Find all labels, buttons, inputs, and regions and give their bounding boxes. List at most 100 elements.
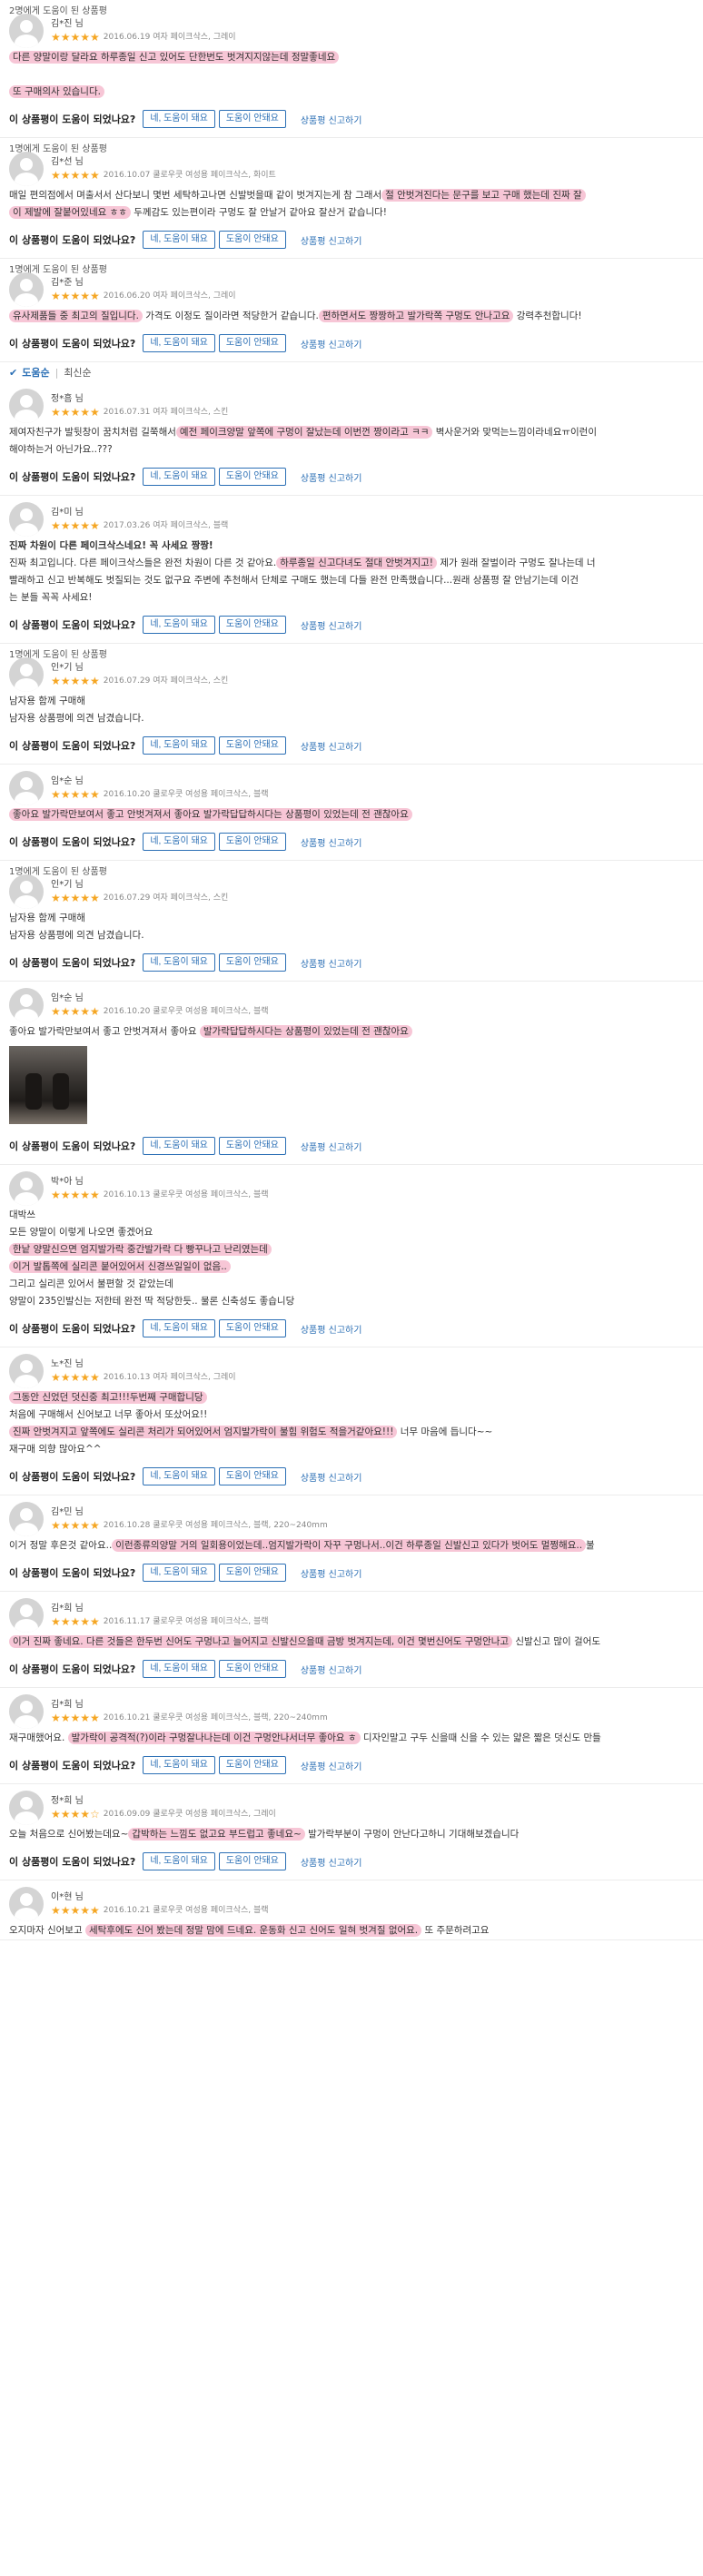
report-review-link[interactable]: 상품평 신고하기 xyxy=(301,835,362,849)
helpful-no-button[interactable]: 도움이 안돼요 xyxy=(218,1137,286,1155)
review-item: 정*희 님 ★★★★☆ 2016.09.09 쿨로우쿳 여성용 페이크삭스, 그… xyxy=(0,1784,703,1880)
review-line: 빨래하고 신고 반복해도 벗질되는 것도 없구요 주변에 추천해서 단체로 구매… xyxy=(9,572,694,589)
reviewer-row: 인*기 님 ★★★★★ 2016.07.29 여자 페이크삭스, 스킨 xyxy=(9,874,694,909)
helpful-no-button[interactable]: 도움이 안돼요 xyxy=(218,953,286,972)
helpful-question: 이 상품평이 도움이 되었나요? xyxy=(9,234,136,246)
avatar-icon xyxy=(9,1171,44,1206)
report-review-link[interactable]: 상품평 신고하기 xyxy=(301,956,362,970)
helpful-yes-button[interactable]: 네, 도움이 돼요 xyxy=(143,468,215,486)
sort-helpful-tab[interactable]: 도움순 xyxy=(22,365,49,380)
review-text: 오지마자 신어보고 xyxy=(9,1925,85,1936)
highlighted-text: 세탁후에도 신어 봤는데 정말 맘에 드네요. 운동화 신고 신어도 일혀 벗겨… xyxy=(84,1924,422,1937)
helpful-no-button[interactable]: 도움이 안돼요 xyxy=(218,231,286,249)
review-text: 제여자친구가 발뒷창이 꿈치처럼 길쭉해서 xyxy=(9,427,176,438)
review-body: 좋아요 발가락만보여서 좋고 안벗겨져서 좋아요 발가락답답하시다는 상품평이 … xyxy=(9,1023,694,1124)
report-review-link[interactable]: 상품평 신고하기 xyxy=(301,470,362,484)
report-review-link[interactable]: 상품평 신고하기 xyxy=(301,1663,362,1676)
helpful-no-button[interactable]: 도움이 안돼요 xyxy=(218,736,286,755)
helpful-no-button[interactable]: 도움이 안돼요 xyxy=(218,1660,286,1678)
helpful-no-button[interactable]: 도움이 안돼요 xyxy=(218,468,286,486)
star-rating-icon: ★★★★★ xyxy=(51,788,100,801)
report-review-link[interactable]: 상품평 신고하기 xyxy=(301,1140,362,1153)
helpful-no-button[interactable]: 도움이 안돼요 xyxy=(218,833,286,851)
review-item: 임*순 님 ★★★★★ 2016.10.20 쿨로우쿳 여성용 페이크삭스, 블… xyxy=(0,982,703,1165)
helpful-no-button[interactable]: 도움이 안돼요 xyxy=(218,1319,286,1337)
report-review-link[interactable]: 상품평 신고하기 xyxy=(301,1759,362,1772)
helpful-yes-button[interactable]: 네, 도움이 돼요 xyxy=(143,953,215,972)
report-review-link[interactable]: 상품평 신고하기 xyxy=(301,1855,362,1869)
sort-latest-tab[interactable]: 최신순 xyxy=(64,365,91,380)
review-line: 해야하는거 아닌가요..??? xyxy=(9,441,694,459)
avatar-icon xyxy=(9,152,44,186)
helpful-yes-button[interactable]: 네, 도움이 돼요 xyxy=(143,231,215,249)
reviewer-name: 인*기 님 xyxy=(51,880,84,890)
helpful-question-row: 이 상품평이 도움이 되었나요? 네, 도움이 돼요 도움이 안돼요 상품평 신… xyxy=(9,1128,694,1164)
review-photo[interactable] xyxy=(9,1046,87,1124)
helpful-yes-button[interactable]: 네, 도움이 돼요 xyxy=(143,1137,215,1155)
review-text: 벽사운거와 맞먹는느낌이라네요ㅠ이런이 xyxy=(432,427,597,438)
helpful-no-button[interactable]: 도움이 안돼요 xyxy=(218,616,286,634)
report-review-link[interactable]: 상품평 신고하기 xyxy=(301,1470,362,1484)
report-review-link[interactable]: 상품평 신고하기 xyxy=(301,739,362,753)
review-meta: 2016.07.29 여자 페이크삭스, 스킨 xyxy=(103,676,229,686)
review-body: 그동안 신었던 덧신중 최고!!!두번째 구매합니당 처음에 구매해서 신어보고 … xyxy=(9,1389,694,1458)
review-meta: 2016.10.13 쿨로우쿳 여성용 페이크삭스, 블랙 xyxy=(103,1190,269,1199)
review-text: 처음에 구매해서 신어보고 너무 좋아서 또샀어요!! xyxy=(9,1409,208,1420)
reviewer-row: 김*미 님 ★★★★★ 2017.03.26 여자 페이크삭스, 블랙 xyxy=(9,502,694,537)
report-review-link[interactable]: 상품평 신고하기 xyxy=(301,337,362,350)
review-body: 유사제품들 중 최고의 질입니다. 가격도 이정도 질이라면 적당한거 같습니다… xyxy=(9,308,694,325)
report-review-link[interactable]: 상품평 신고하기 xyxy=(301,1322,362,1336)
review-text: 불 xyxy=(586,1540,595,1551)
helpful-no-button[interactable]: 도움이 안돼요 xyxy=(218,1467,286,1485)
reviewer-row: 김*진 님 ★★★★★ 2016.06.19 여자 페이크삭스, 그레이 xyxy=(9,14,694,48)
helpful-yes-button[interactable]: 네, 도움이 돼요 xyxy=(143,1467,215,1485)
helpful-question: 이 상품평이 도움이 되었나요? xyxy=(9,1856,136,1868)
helpful-no-button[interactable]: 도움이 안돼요 xyxy=(218,1756,286,1774)
report-review-link[interactable]: 상품평 신고하기 xyxy=(301,233,362,247)
helpful-yes-button[interactable]: 네, 도움이 돼요 xyxy=(143,1564,215,1582)
helpful-yes-button[interactable]: 네, 도움이 돼요 xyxy=(143,1852,215,1870)
avatar-icon xyxy=(9,1694,44,1729)
report-review-link[interactable]: 상품평 신고하기 xyxy=(301,618,362,632)
helpful-yes-button[interactable]: 네, 도움이 돼요 xyxy=(143,1660,215,1678)
reviewer-row: 노*진 님 ★★★★★ 2016.10.13 여자 페이크삭스, 그레이 xyxy=(9,1354,694,1388)
helpful-yes-button[interactable]: 네, 도움이 돼요 xyxy=(143,1319,215,1337)
helpful-no-button[interactable]: 도움이 안돼요 xyxy=(218,110,286,128)
helpful-question-row: 이 상품평이 도움이 되었나요? 네, 도움이 돼요 도움이 안돼요 상품평 신… xyxy=(9,824,694,860)
helpful-yes-button[interactable]: 네, 도움이 돼요 xyxy=(143,616,215,634)
reviewer-row: 정*흠 님 ★★★★★ 2016.07.31 여자 페이크삭스, 스킨 xyxy=(9,389,694,423)
review-text: 디자인말고 구두 신을때 신을 수 있는 얇은 짧은 덧신도 만들 xyxy=(360,1732,601,1743)
review-text: 너무 마음에 듭니다~~ xyxy=(397,1426,493,1437)
review-text: 좋아요 발가락만보여서 좋고 안벗겨져서 좋아요 xyxy=(9,1026,200,1037)
helpful-no-button[interactable]: 도움이 안돼요 xyxy=(218,334,286,352)
helpful-no-button[interactable]: 도움이 안돼요 xyxy=(218,1852,286,1870)
highlighted-text: 이거 진짜 좋네요. 다른 것들은 한두번 신어도 구멍나고 늘어지고 신발신으… xyxy=(9,1635,513,1648)
helpful-yes-button[interactable]: 네, 도움이 돼요 xyxy=(143,334,215,352)
review-body: 남자용 함께 구매해 남자용 상품평에 의견 남겼습니다. xyxy=(9,910,694,944)
highlighted-text: 하루종일 신고다녀도 절대 안벗겨지고! xyxy=(276,557,437,569)
report-review-link[interactable]: 상품평 신고하기 xyxy=(301,113,362,126)
avatar-icon xyxy=(9,874,44,909)
helpful-count: 1명에게 도움이 된 상품평 xyxy=(9,867,107,877)
review-item: 임*순 님 ★★★★★ 2016.10.20 쿨로우쿳 여성용 페이크삭스, 블… xyxy=(0,765,703,861)
reviewer-name: 박*아 님 xyxy=(51,1177,84,1187)
review-text: 발가락부분이 구멍이 안난다고하니 기대해보겠습니다 xyxy=(304,1829,520,1840)
star-rating-icon: ★★★★★ xyxy=(51,406,100,419)
report-review-link[interactable]: 상품평 신고하기 xyxy=(301,1566,362,1580)
review-body: 대박쓰 모든 양말이 이렇게 나오면 좋겠어요 한낱 양말신으면 엄지발가락 중간발… xyxy=(9,1207,694,1310)
review-list: 2명에게 도움이 된 상품평 김*진 님 ★★★★★ 2016.06.19 여자… xyxy=(0,0,703,1940)
helpful-no-button[interactable]: 도움이 안돼요 xyxy=(218,1564,286,1582)
helpful-yes-button[interactable]: 네, 도움이 돼요 xyxy=(143,833,215,851)
helpful-yes-button[interactable]: 네, 도움이 돼요 xyxy=(143,1756,215,1774)
highlighted-text: 이거 발톱쪽에 실리콘 붙어있어서 신경쓰일일이 없음.. xyxy=(9,1260,231,1273)
review-line: 재구매했어요. 발가락이 공격적(?)이라 구멍잘나나는데 이건 구멍안나서너무… xyxy=(9,1730,694,1747)
review-body: 재구매했어요. 발가락이 공격적(?)이라 구멍잘나나는데 이건 구멍안나서너무… xyxy=(9,1730,694,1747)
helpful-yes-button[interactable]: 네, 도움이 돼요 xyxy=(143,110,215,128)
review-meta: 2016.10.21 쿨로우쿳 여성용 페이크삭스, 블랙, 220~240mm xyxy=(103,1713,328,1722)
review-line: 그리고 실리콘 있어서 불편할 것 같았는데 xyxy=(9,1276,694,1293)
helpful-yes-button[interactable]: 네, 도움이 돼요 xyxy=(143,736,215,755)
review-line: 좋아요 발가락만보여서 좋고 안벗겨져서 좋아요 발가락답답하시다는 상품평이 … xyxy=(9,1023,694,1041)
review-line: 양말이 235인발신는 저한테 완전 딱 적당한듯.. 물론 신축성도 좋습니당 xyxy=(9,1293,694,1310)
reviewer-name: 김*민 님 xyxy=(51,1507,84,1517)
helpful-count: 1명에게 도움이 된 상품평 xyxy=(9,265,107,275)
